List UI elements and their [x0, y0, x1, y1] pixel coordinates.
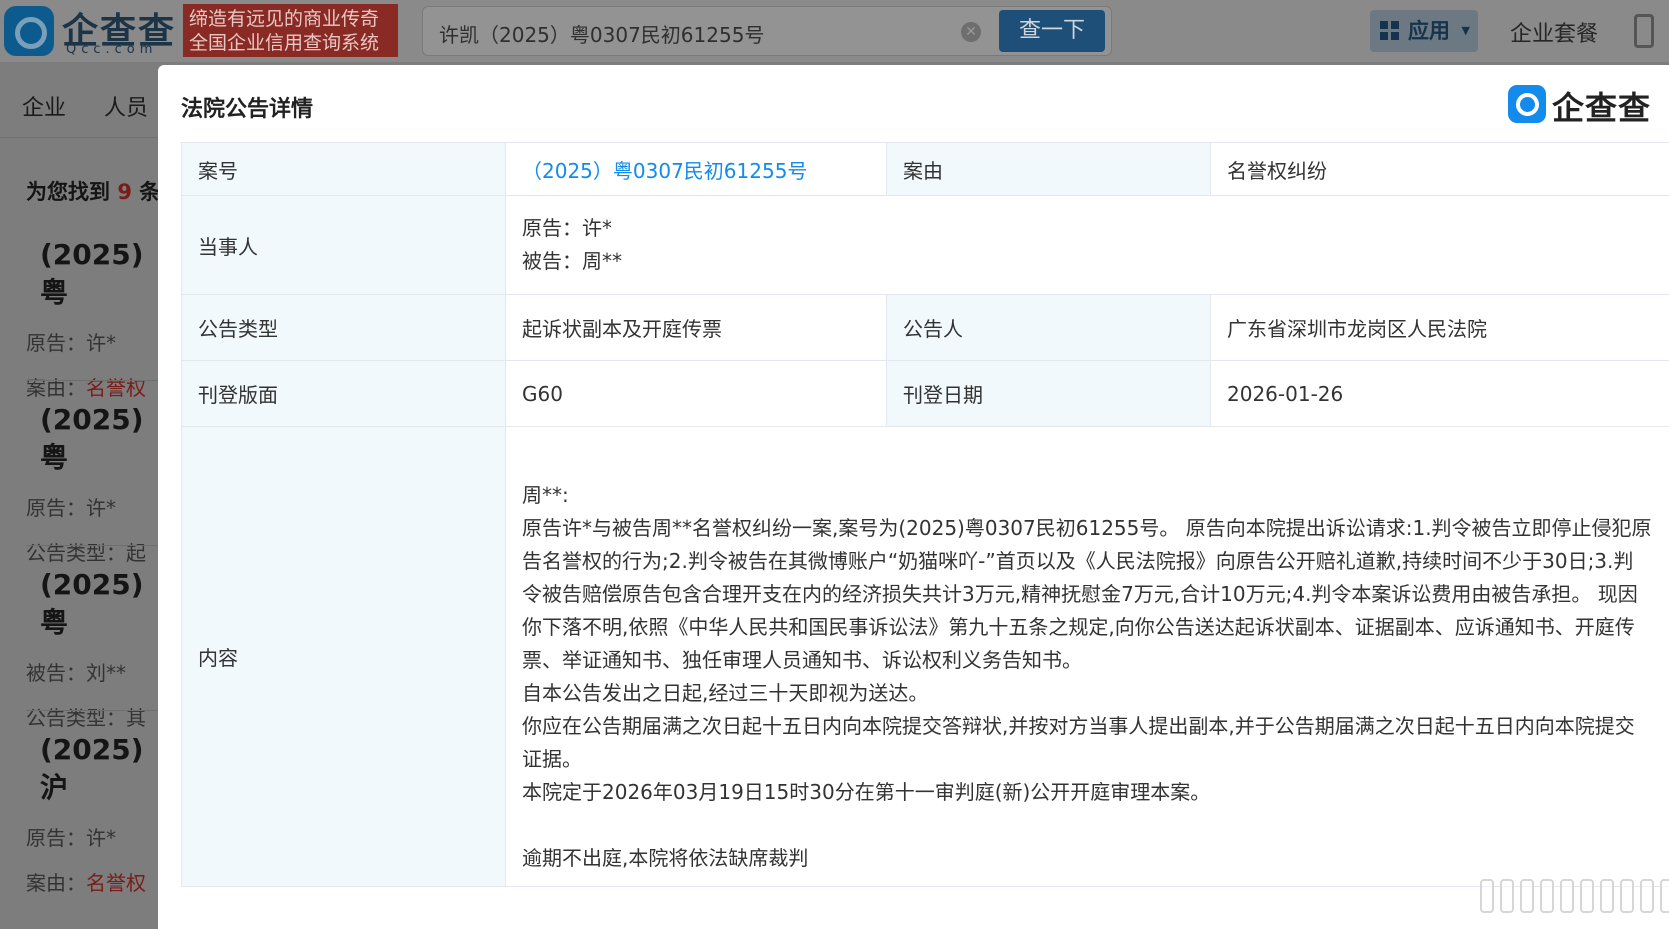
case-no-link[interactable]: （2025）粤0307民初61255号: [522, 159, 807, 183]
enterprise-suite-link[interactable]: 企业套餐: [1510, 16, 1598, 48]
result-line: 案由：名誉权: [26, 871, 146, 895]
slogan-banner: 缔造有远见的商业传奇 全国企业信用查询系统: [183, 4, 398, 57]
case-no-label: 案号: [181, 142, 506, 196]
slogan-line-1: 缔造有远见的商业传奇: [189, 8, 380, 30]
result-line: 被告：刘**: [26, 661, 126, 685]
detail-table: 案号 （2025）粤0307民初61255号 案由 名誉权纠纷 当事人 原告：许…: [181, 142, 1669, 887]
type-label: 公告类型: [181, 294, 506, 361]
modal-title: 法院公告详情: [181, 97, 314, 122]
announcer-label: 公告人: [886, 294, 1211, 361]
qcc-logo-icon: [1508, 85, 1546, 123]
type-value: 起诉状副本及开庭传票: [505, 294, 887, 361]
divider: [26, 545, 176, 546]
brand-text: 企查查: [1552, 89, 1652, 127]
content-label: 内容: [181, 426, 506, 887]
content-paragraph: 你应在公告期届满之次日起十五日内向本院提交答辩状,并按对方当事人提出副本,并于公…: [522, 714, 1635, 771]
table-row: 当事人 原告：许* 被告：周**: [181, 195, 1669, 295]
content-paragraph: 原告许*与被告周**名誉权纠纷一案,案号为(2025)粤0307民初61255号…: [522, 516, 1652, 672]
cause-label: 案由: [886, 142, 1211, 196]
nav-item-person[interactable]: 人员: [104, 90, 148, 122]
apps-label: 应用: [1408, 19, 1450, 43]
nav-item-company[interactable]: 企业: [22, 90, 66, 122]
content-paragraph: 自本公告发出之日起,经过三十天即视为送达。: [522, 681, 929, 705]
court-announcement-modal: 法院公告详情 企查查 案号 （2025）粤0307民初61255号 案由 名誉权…: [158, 65, 1669, 929]
slogan-line-2: 全国企业信用查询系统: [189, 32, 380, 54]
watermark: [1480, 873, 1669, 919]
content-paragraph: 本院定于2026年03月19日15时30分在第十一审判庭(新)公开开庭审理本案。: [522, 780, 1211, 804]
result-line: 公告类型：其: [26, 706, 146, 730]
party-value: 原告：许* 被告：周**: [505, 195, 1669, 295]
qcc-logo-icon[interactable]: [4, 6, 54, 56]
result-line: 原告：许*: [26, 331, 116, 355]
search-input-value[interactable]: 许凯（2025）粤0307民初61255号: [439, 19, 764, 48]
result-title[interactable]: (2025) 粤: [40, 403, 176, 476]
result-count: 为您找到 9 条: [26, 180, 161, 204]
search-input[interactable]: 许凯（2025）粤0307民初61255号 ✕ 查一下: [422, 6, 1112, 56]
announcer-value: 广东省深圳市龙岗区人民法院: [1210, 294, 1669, 361]
page-value: G60: [505, 360, 887, 427]
list-item[interactable]: (2025) 沪 原告：许* 案由：名誉权: [26, 733, 176, 896]
search-button[interactable]: 查一下: [999, 10, 1105, 52]
mobile-phone-icon[interactable]: [1634, 14, 1654, 48]
result-title[interactable]: (2025) 沪: [40, 733, 176, 806]
page-label: 刊登版面: [181, 360, 506, 427]
brand-logo: 企查查: [1508, 85, 1658, 127]
list-item[interactable]: (2025) 粤 原告：许* 公告类型：起: [26, 403, 176, 566]
table-row: 案号 （2025）粤0307民初61255号 案由 名誉权纠纷: [181, 142, 1669, 196]
modal-header: 法院公告详情 企查查: [158, 65, 1669, 142]
date-value: 2026-01-26: [1210, 360, 1669, 427]
party-label: 当事人: [181, 195, 506, 295]
table-row: 公告类型 起诉状副本及开庭传票 公告人 广东省深圳市龙岗区人民法院: [181, 294, 1669, 361]
plaintiff: 原告：许*: [522, 216, 612, 240]
apps-menu-button[interactable]: 应用 ▼: [1370, 10, 1478, 52]
content-paragraph: 逾期不出庭,本院将依法缺席裁判: [522, 846, 809, 870]
table-row: 刊登版面 G60 刊登日期 2026-01-26: [181, 360, 1669, 427]
result-line: 案由：名誉权: [26, 376, 146, 400]
result-line: 公告类型：起: [26, 541, 146, 565]
content-salutation: 周**:: [522, 483, 569, 507]
logo-subtext: Qcc.com: [66, 42, 158, 57]
result-title[interactable]: (2025) 粤: [40, 238, 176, 311]
result-title[interactable]: (2025) 粤: [40, 568, 176, 641]
table-row: 内容 周**: 原告许*与被告周**名誉权纠纷一案,案号为(2025)粤0307…: [181, 426, 1669, 887]
divider: [26, 710, 176, 711]
content-value: 周**: 原告许*与被告周**名誉权纠纷一案,案号为(2025)粤0307民初6…: [505, 426, 1669, 887]
result-line: 原告：许*: [26, 496, 116, 520]
date-label: 刊登日期: [886, 360, 1211, 427]
grid-icon: [1380, 21, 1400, 41]
top-bar: 企查查 Qcc.com 缔造有远见的商业传奇 全国企业信用查询系统 许凯（202…: [0, 0, 1669, 62]
cause-value: 名誉权纠纷: [1210, 142, 1669, 196]
case-no-value[interactable]: （2025）粤0307民初61255号: [505, 142, 887, 196]
list-item[interactable]: (2025) 粤 被告：刘** 公告类型：其: [26, 568, 176, 731]
divider: [26, 380, 176, 381]
chevron-down-icon: ▼: [1461, 24, 1470, 37]
list-item[interactable]: (2025) 粤 原告：许* 案由：名誉权: [26, 238, 176, 401]
result-line: 原告：许*: [26, 826, 116, 850]
defendant: 被告：周**: [522, 249, 622, 273]
clear-icon[interactable]: ✕: [961, 22, 981, 42]
